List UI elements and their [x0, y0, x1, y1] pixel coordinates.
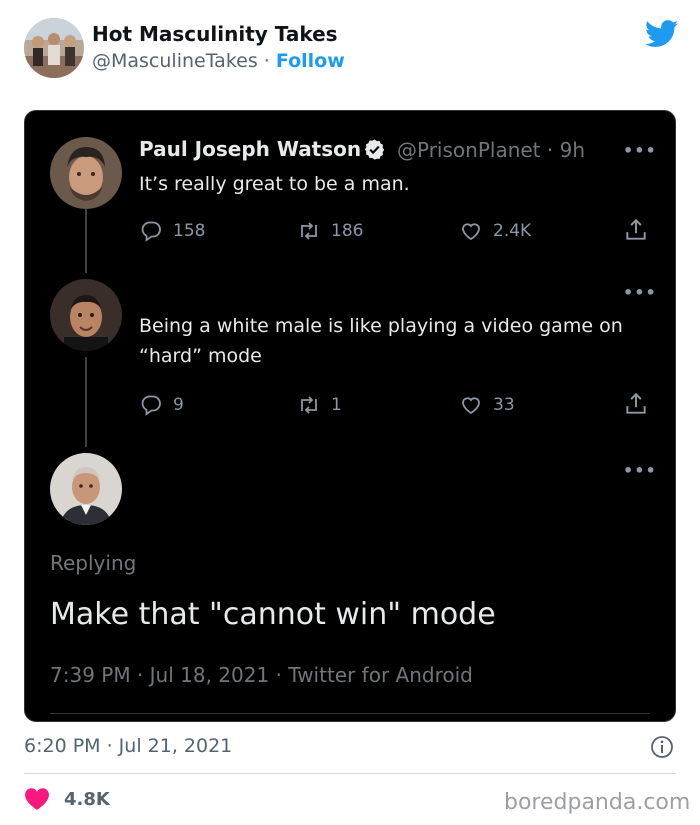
like-count: 2.4K — [493, 221, 532, 241]
footer-like-button[interactable]: 4.8K — [24, 787, 110, 811]
footer-like-count: 4.8K — [64, 788, 110, 810]
tweet-author-name[interactable]: Paul Joseph Watson — [139, 137, 361, 161]
heart-icon — [462, 223, 480, 241]
like-button[interactable]: 33 — [459, 392, 515, 418]
more-options-icon[interactable]: ••• — [623, 461, 657, 480]
heart-filled-icon — [25, 788, 49, 810]
post-timestamp[interactable]: 6:20 PM · Jul 21, 2021 — [24, 735, 232, 757]
retweet-count: 186 — [331, 221, 364, 241]
tweet-author-handle[interactable]: @PrisonPlanet · 9h — [397, 138, 585, 162]
retweet-icon — [301, 396, 317, 414]
reply-button[interactable]: 9 — [139, 392, 184, 418]
tweet-text: It’s really great to be a man. — [139, 173, 410, 195]
reply-count: 158 — [173, 221, 206, 241]
account-handle[interactable]: @MasculineTakes — [92, 50, 258, 72]
share-icon[interactable] — [623, 391, 649, 417]
reply-icon — [141, 221, 161, 242]
thread-line — [85, 209, 87, 273]
tweet-avatar[interactable] — [50, 137, 122, 209]
retweet-button[interactable]: 186 — [297, 218, 363, 244]
twitter-bird-icon[interactable] — [645, 20, 679, 48]
like-count: 33 — [493, 395, 515, 415]
tweet-text: Being a white male is like playing a vid… — [139, 315, 623, 367]
handle-separator: · — [263, 50, 270, 72]
account-avatar[interactable] — [24, 18, 84, 78]
reply-icon — [141, 395, 161, 416]
share-icon[interactable] — [623, 217, 649, 243]
card-divider — [50, 713, 650, 714]
retweet-icon — [301, 222, 317, 240]
main-tweet-text: Make that "cannot win" mode — [50, 597, 496, 632]
more-options-icon[interactable]: ••• — [623, 141, 657, 160]
more-options-icon[interactable]: ••• — [623, 283, 657, 302]
info-icon[interactable] — [650, 735, 674, 759]
retweet-button[interactable]: 1 — [297, 392, 342, 418]
heart-icon — [462, 397, 480, 415]
thread-line — [85, 357, 87, 447]
retweet-count: 1 — [331, 395, 342, 415]
watermark: boredpanda.com — [504, 790, 691, 815]
replying-label: Replying — [50, 551, 137, 575]
tweet-avatar[interactable] — [50, 453, 122, 525]
tweet-meta: 7:39 PM · Jul 18, 2021 · Twitter for And… — [50, 663, 473, 687]
verified-badge-icon — [364, 139, 385, 160]
reply-count: 9 — [173, 395, 184, 415]
account-name[interactable]: Hot Masculinity Takes — [92, 22, 338, 46]
tweet-avatar[interactable] — [50, 279, 122, 351]
like-button[interactable]: 2.4K — [459, 218, 531, 244]
account-handle-row: @MasculineTakes · Follow — [92, 50, 345, 72]
footer-divider — [24, 773, 676, 774]
follow-button[interactable]: Follow — [276, 50, 345, 72]
reply-button[interactable]: 158 — [139, 218, 205, 244]
embedded-screenshot-card: Paul Joseph Watson @PrisonPlanet · 9h ••… — [24, 110, 676, 722]
